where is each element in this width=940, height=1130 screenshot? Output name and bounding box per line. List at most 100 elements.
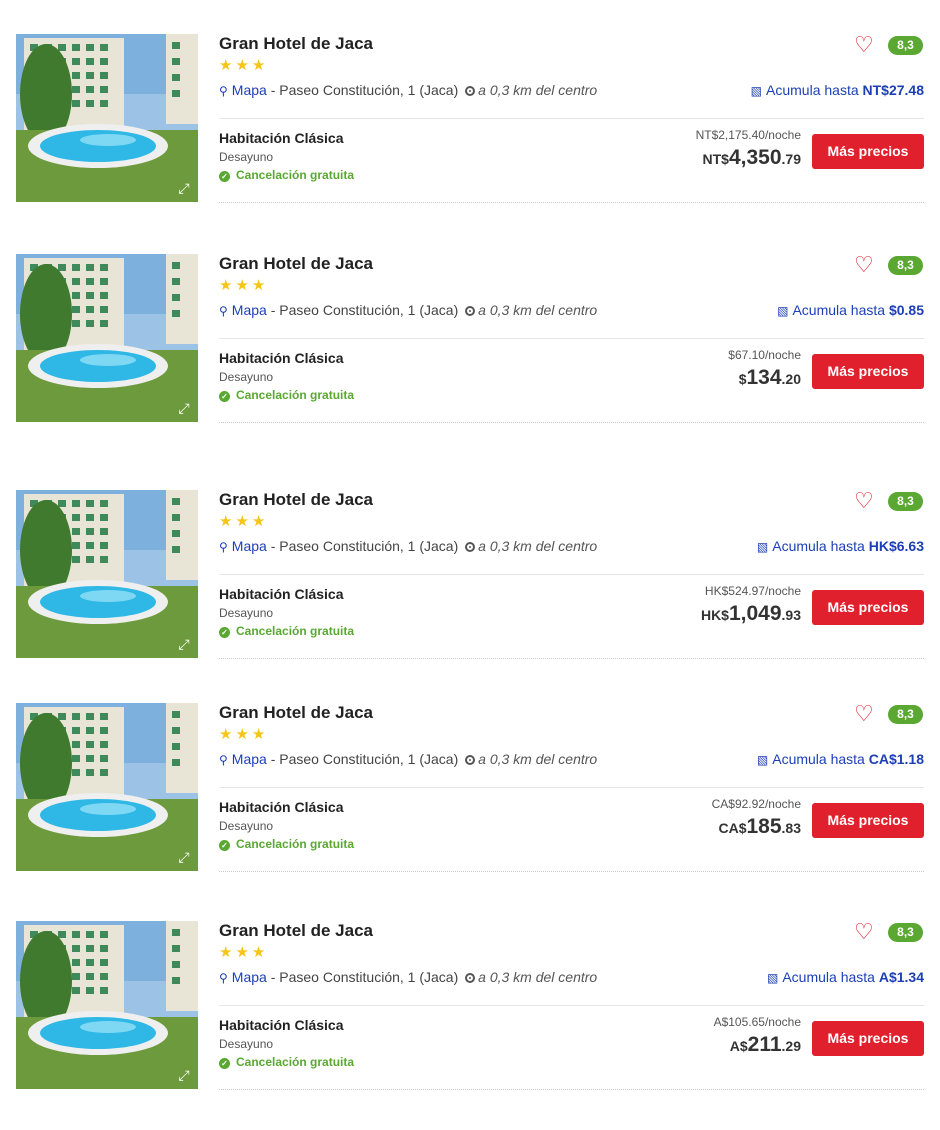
more-prices-button[interactable]: Más precios (812, 590, 924, 625)
more-prices-button[interactable]: Más precios (812, 354, 924, 389)
distance-text: a 0,3 km del centro (478, 969, 598, 985)
expand-icon[interactable]: ⤢ (176, 636, 192, 652)
expand-icon[interactable]: ⤢ (176, 849, 192, 865)
divider (219, 118, 924, 119)
rewards-info[interactable]: ▧ Acumula hasta CA$1.18 (757, 751, 924, 767)
hotel-photo[interactable]: ⤢ (16, 703, 198, 871)
price-integer: 1,049 (728, 602, 782, 625)
map-pin-icon: ⚲ (219, 304, 228, 318)
price-integer: 185 (746, 815, 782, 838)
target-icon (465, 973, 476, 983)
cancellation-text: Cancelación gratuita (236, 1055, 355, 1069)
currency: A$ (729, 1038, 748, 1054)
card-bottom-divider (219, 871, 924, 872)
rewards-info[interactable]: ▧ Acumula hasta HK$6.63 (757, 538, 924, 554)
hotel-card: ⤢ Gran Hotel de Jaca ★★★ ⚲ Mapa - Paseo C… (0, 703, 940, 883)
hotel-photo[interactable]: ⤢ (16, 34, 198, 202)
hotel-address: ⚲ Mapa - Paseo Constitución, 1 (Jaca) a 0… (219, 538, 597, 554)
map-link[interactable]: Mapa (232, 82, 267, 98)
map-link[interactable]: Mapa (232, 538, 267, 554)
hotel-name[interactable]: Gran Hotel de Jaca (219, 34, 373, 54)
cancellation-text: Cancelación gratuita (236, 624, 355, 638)
target-icon (465, 755, 476, 765)
hotel-photo[interactable]: ⤢ (16, 254, 198, 422)
check-circle-icon: ✓ (219, 391, 230, 402)
hotel-name[interactable]: Gran Hotel de Jaca (219, 703, 373, 723)
coins-icon: ▧ (756, 540, 769, 554)
board-type: Desayuno (219, 1037, 274, 1051)
currency: HK$ (700, 607, 729, 623)
expand-icon[interactable]: ⤢ (176, 400, 192, 416)
free-cancellation: ✓ Cancelación gratuita (219, 624, 354, 638)
hotel-photo-image (16, 921, 198, 1089)
rewards-info[interactable]: ▧ Acumula hasta $0.85 (777, 302, 924, 318)
price-per-night: A$105.65/noche (713, 1015, 801, 1029)
rewards-info[interactable]: ▧ Acumula hasta A$1.34 (767, 969, 924, 985)
card-bottom-divider (219, 422, 924, 423)
expand-icon[interactable]: ⤢ (176, 1067, 192, 1083)
currency: NT$ (702, 151, 729, 167)
hotel-stars: ★★★ (219, 277, 269, 294)
rewards-label: Acumula hasta (792, 302, 886, 318)
heart-icon[interactable]: ♡ (854, 703, 874, 725)
price-decimals: .79 (781, 151, 801, 167)
free-cancellation: ✓ Cancelación gratuita (219, 1055, 354, 1069)
total-price: HK$1,049.93 (701, 602, 801, 626)
board-type: Desayuno (219, 819, 274, 833)
map-pin-icon: ⚲ (219, 753, 228, 767)
rewards-label: Acumula hasta (772, 751, 865, 767)
price-per-night: HK$524.97/noche (704, 584, 801, 598)
expand-icon[interactable]: ⤢ (176, 180, 192, 196)
hotel-name[interactable]: Gran Hotel de Jaca (219, 921, 373, 941)
check-circle-icon: ✓ (219, 1058, 230, 1069)
map-link[interactable]: Mapa (232, 751, 267, 767)
target-icon (465, 86, 476, 96)
heart-icon[interactable]: ♡ (854, 921, 874, 943)
map-link[interactable]: Mapa (232, 302, 267, 318)
rating-badge: 8,3 (888, 923, 923, 942)
distance-text: a 0,3 km del centro (478, 751, 598, 767)
address-text: - Paseo Constitución, 1 (Jaca) (266, 751, 459, 767)
hotel-photo-image (16, 703, 198, 871)
room-name: Habitación Clásica (219, 350, 344, 366)
hotel-card: ⤢ Gran Hotel de Jaca ★★★ ⚲ Mapa - Paseo C… (0, 490, 940, 670)
room-name: Habitación Clásica (219, 130, 344, 146)
target-icon (465, 542, 476, 552)
board-type: Desayuno (219, 606, 274, 620)
card-bottom-divider (219, 202, 924, 203)
hotel-photo-image (16, 490, 198, 658)
check-circle-icon: ✓ (219, 171, 230, 182)
distance-text: a 0,3 km del centro (478, 302, 598, 318)
hotel-name[interactable]: Gran Hotel de Jaca (219, 254, 373, 274)
more-prices-button[interactable]: Más precios (812, 803, 924, 838)
heart-icon[interactable]: ♡ (854, 34, 874, 56)
hotel-photo[interactable]: ⤢ (16, 490, 198, 658)
price-decimals: .20 (781, 371, 801, 387)
target-icon (465, 306, 476, 316)
cancellation-text: Cancelación gratuita (236, 837, 355, 851)
more-prices-button[interactable]: Más precios (812, 1021, 924, 1056)
distance-text: a 0,3 km del centro (478, 82, 598, 98)
more-prices-button[interactable]: Más precios (812, 134, 924, 169)
room-name: Habitación Clásica (219, 1017, 344, 1033)
heart-icon[interactable]: ♡ (854, 490, 874, 512)
address-text: - Paseo Constitución, 1 (Jaca) (266, 969, 459, 985)
hotel-card: ⤢ Gran Hotel de Jaca ★★★ ⚲ Mapa - Paseo C… (0, 921, 940, 1101)
hotel-name[interactable]: Gran Hotel de Jaca (219, 490, 373, 510)
price-decimals: .93 (781, 607, 801, 623)
price-decimals: .29 (781, 1038, 801, 1054)
hotel-photo[interactable]: ⤢ (16, 921, 198, 1089)
room-name: Habitación Clásica (219, 586, 344, 602)
price-decimals: .83 (781, 820, 801, 836)
map-link[interactable]: Mapa (232, 969, 267, 985)
board-type: Desayuno (219, 370, 274, 384)
rewards-info[interactable]: ▧ Acumula hasta NT$27.48 (751, 82, 924, 98)
heart-icon[interactable]: ♡ (854, 254, 874, 276)
hotel-address: ⚲ Mapa - Paseo Constitución, 1 (Jaca) a 0… (219, 302, 597, 318)
rewards-value: A$1.34 (878, 969, 924, 985)
free-cancellation: ✓ Cancelación gratuita (219, 168, 354, 182)
board-type: Desayuno (219, 150, 274, 164)
divider (219, 574, 924, 575)
address-text: - Paseo Constitución, 1 (Jaca) (266, 302, 459, 318)
rewards-value: NT$27.48 (862, 82, 924, 98)
